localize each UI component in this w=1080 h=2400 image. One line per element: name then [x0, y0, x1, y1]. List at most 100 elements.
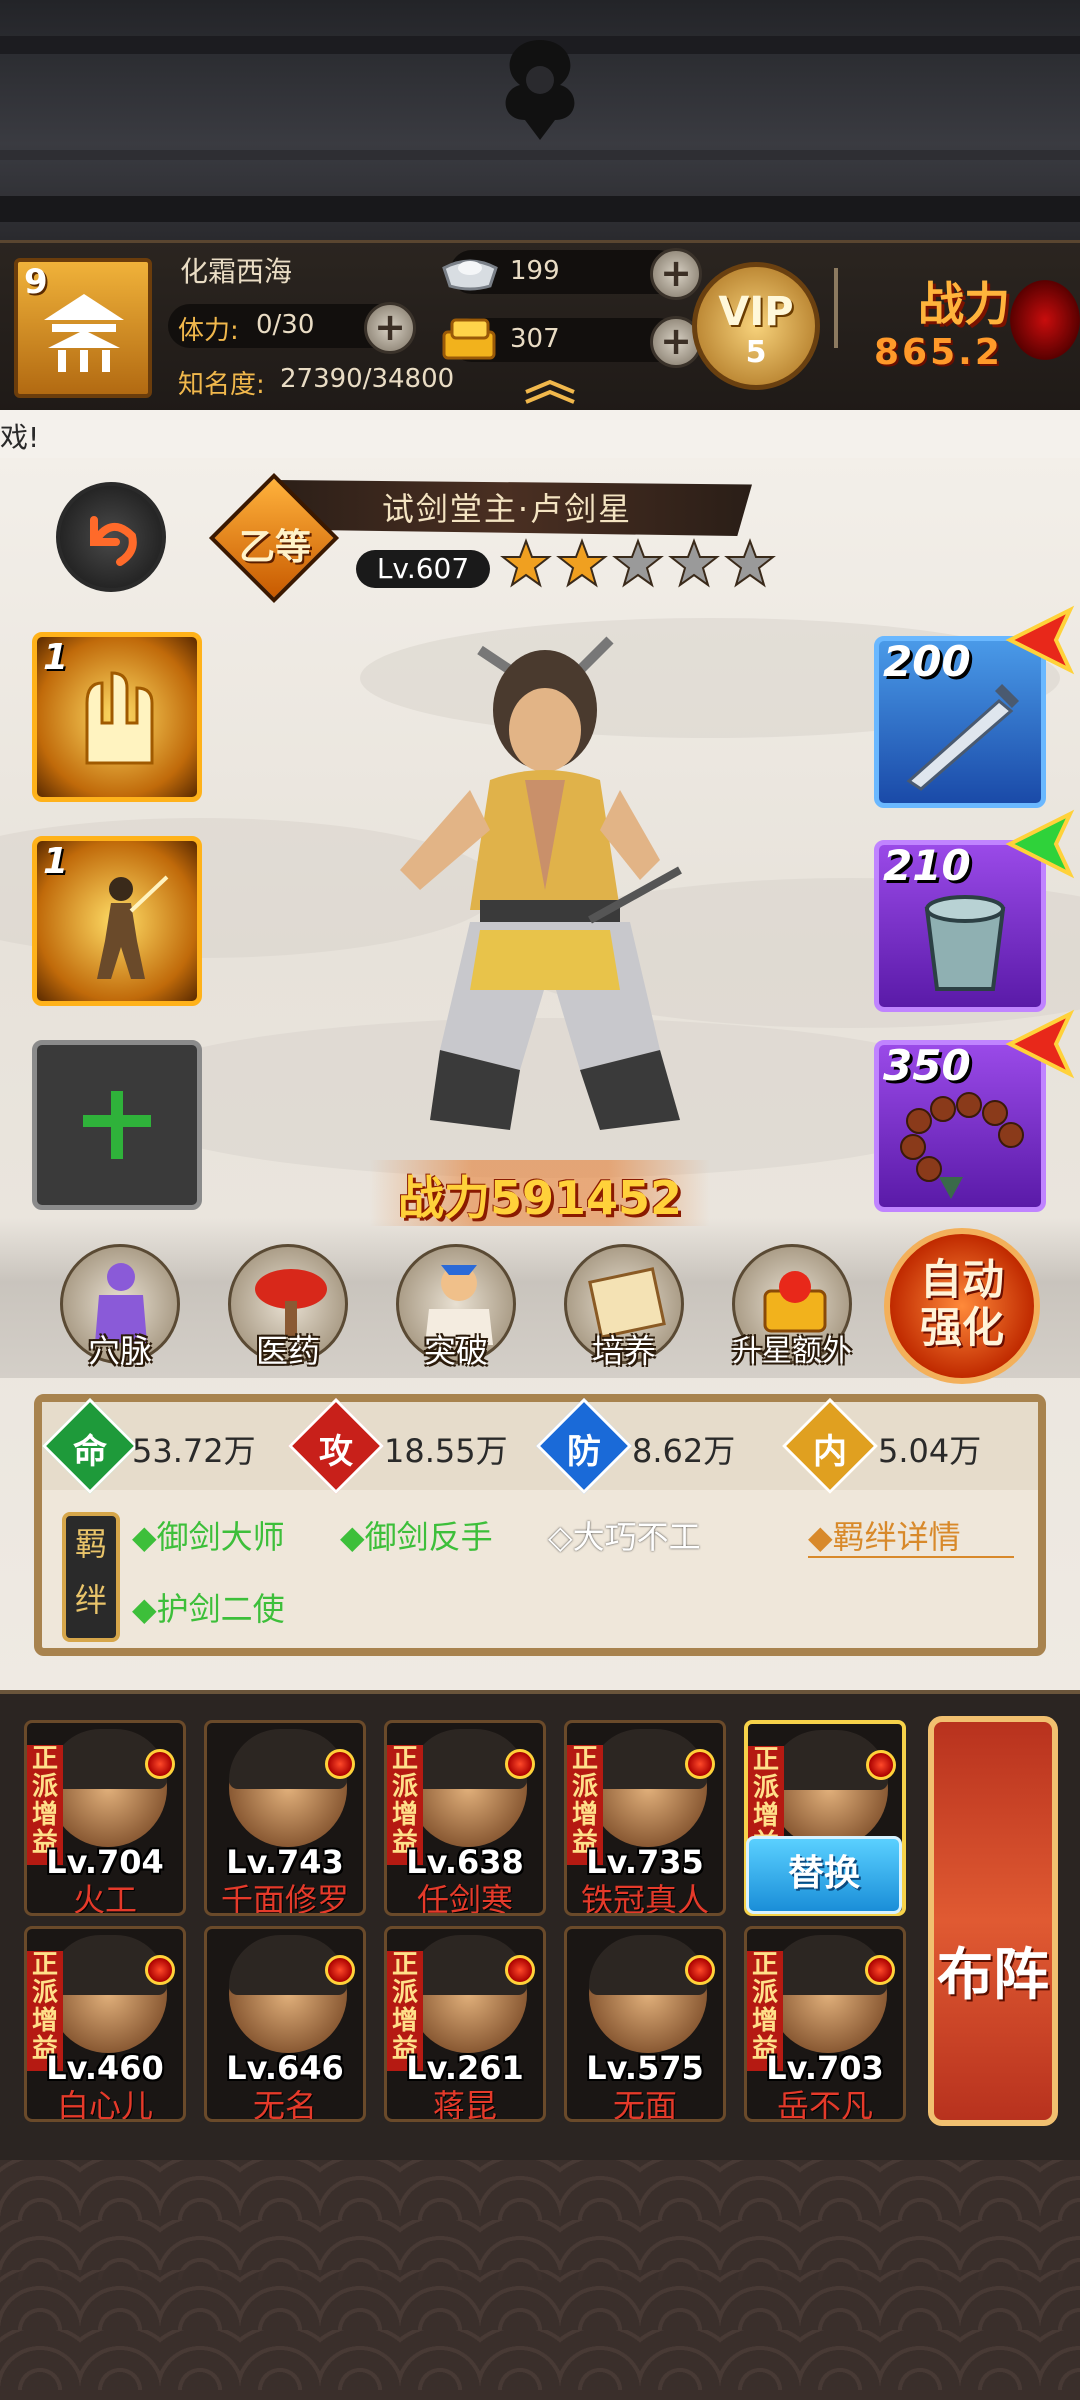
status-dot-icon: [685, 1955, 715, 1985]
status-dot-icon: [685, 1749, 715, 1779]
silver-amount: 199: [510, 256, 560, 286]
status-dot-icon: [505, 1749, 535, 1779]
star-empty-icon: [724, 538, 776, 588]
skill-slot-2[interactable]: 1: [32, 836, 202, 1006]
hero-level: Lv.607: [356, 550, 490, 588]
star-rating: [500, 538, 780, 598]
player-name: 化霜西海: [180, 255, 293, 288]
hero-card-name: 任剑寒: [416, 1881, 513, 1916]
hero-card-name: 火工: [72, 1881, 137, 1916]
replace-button[interactable]: 替换: [746, 1836, 902, 1914]
footer-decoration: [0, 2160, 1080, 2400]
gold-ingot-icon: [442, 318, 496, 360]
hero-title: 试剑堂主·卢剑星: [381, 490, 633, 528]
hero-card-name: 无名: [252, 2087, 317, 2122]
upgrade-arrow-green-icon: [1005, 809, 1075, 879]
fame-label: 知名度:: [178, 370, 265, 400]
hero-card[interactable]: 正派增益 Lv.460 白心儿: [24, 1926, 186, 2122]
hero-card[interactable]: Lv.743 千面修罗: [204, 1720, 366, 1916]
hero-card[interactable]: 正派增益 Lv.638 任剑寒: [384, 1720, 546, 1916]
bond-details-link[interactable]: ◆羁绊详情: [808, 1512, 961, 1558]
hero-card-name: 无面: [612, 2087, 677, 2122]
bond-item: ◆护剑二使: [132, 1590, 285, 1628]
hero-card[interactable]: 正派增益 Lv.703 岳不凡: [744, 1926, 906, 2122]
skill-count: 1: [43, 841, 69, 882]
inner-power-stat-value: 5.04万: [878, 1432, 982, 1470]
hero-card[interactable]: 正派增益 Lv.261 蒋昆: [384, 1926, 546, 2122]
health-stat-char: 命: [73, 1432, 107, 1472]
status-dot-icon: [505, 1955, 535, 1985]
star-empty-icon: [612, 538, 664, 588]
equip-level: 200: [883, 637, 971, 686]
star-filled-icon: [500, 538, 552, 588]
bracer-icon: [924, 895, 1006, 991]
cloud-ornament-icon: [505, 40, 575, 140]
status-dot-icon: [325, 1749, 355, 1779]
health-stat-value: 53.72万: [132, 1432, 256, 1470]
defense-stat-char: 防: [567, 1432, 601, 1472]
skill-count: 1: [43, 637, 69, 678]
bond-tag: 羁绊: [62, 1512, 120, 1642]
gold-amount: 307: [510, 324, 560, 354]
back-arrow-icon: [90, 516, 137, 566]
bond-item: ◆御剑反手: [340, 1518, 493, 1556]
grade-text: 乙等: [238, 527, 311, 568]
sword-dance-skill-icon: [97, 875, 169, 979]
back-button[interactable]: [56, 482, 166, 592]
vip-badge[interactable]: VIP 5: [692, 262, 820, 390]
status-dot-icon: [865, 1955, 895, 1985]
bond-item: ◆御剑大师: [132, 1518, 285, 1556]
star-filled-icon: [556, 538, 608, 588]
equip-level: 210: [883, 841, 971, 890]
notice-bar: [0, 410, 1080, 458]
function-label: 突破: [423, 1332, 488, 1370]
hero-card[interactable]: 正派增益 Lv.735 铁冠真人: [564, 1720, 726, 1916]
chevron-up-icon[interactable]: [520, 378, 580, 404]
function-label: 培养: [591, 1332, 656, 1370]
hero-card-name: 岳不凡: [776, 2087, 873, 2122]
fame-value: 27390/34800: [280, 364, 455, 394]
star-empty-icon: [668, 538, 720, 588]
blood-splash-decoration: [1010, 280, 1080, 360]
header-divider: [834, 268, 838, 348]
hero-card[interactable]: 正派增益 Lv.704 火工: [24, 1720, 186, 1916]
hero-card[interactable]: Lv.646 无名: [204, 1926, 366, 2122]
silver-ingot-icon: [442, 259, 498, 291]
function-label: 升星额外: [732, 1334, 852, 1369]
total-power-value: 865.2: [874, 332, 1003, 373]
add-skill-slot[interactable]: [32, 1040, 202, 1210]
battle-power-label: 战力: [397, 1171, 490, 1225]
add-stamina-button[interactable]: +: [364, 302, 416, 354]
pavilion-icon: [44, 294, 124, 372]
equip-level: 350: [883, 1041, 971, 1090]
hero-card-name: 铁冠真人: [580, 1881, 709, 1916]
battle-power-value: 591452: [489, 1171, 683, 1225]
attack-stat-char: 攻: [319, 1432, 353, 1472]
auto-enhance-label: 自动强化: [919, 1255, 1004, 1352]
formation-label: 布阵: [937, 1943, 1049, 2008]
prayer-beads-icon: [900, 1092, 1024, 1199]
vip-label: VIP: [718, 289, 794, 335]
sword-icon: [906, 683, 1020, 791]
player-level: 9: [24, 262, 48, 302]
auto-enhance-button[interactable]: 自动强化: [884, 1228, 1040, 1384]
function-label: 医药: [255, 1332, 320, 1370]
function-label: 穴脉: [87, 1332, 152, 1370]
total-power-label: 战力: [918, 277, 1010, 331]
vip-level: 5: [745, 335, 767, 370]
skill-slot-1[interactable]: 1: [32, 632, 202, 802]
status-dot-icon: [325, 1955, 355, 1985]
formation-button[interactable]: [928, 1716, 1058, 2126]
bond-item: ◇大巧不工: [548, 1518, 701, 1556]
notice-text: 戏!: [0, 421, 40, 454]
status-dot-icon: [145, 1955, 175, 1985]
bond-details-underline: [808, 1556, 1014, 1558]
inner-power-stat-char: 内: [813, 1432, 847, 1472]
hero-card[interactable]: Lv.575 无面: [564, 1926, 726, 2122]
status-dot-icon: [145, 1749, 175, 1779]
add-silver-button[interactable]: +: [650, 248, 702, 300]
upgrade-arrow-red-icon: [1005, 1009, 1075, 1079]
attack-stat-value: 18.55万: [384, 1432, 508, 1470]
upgrade-arrow-red-icon: [1005, 605, 1075, 675]
hero-card-name: 千面修罗: [220, 1881, 349, 1916]
